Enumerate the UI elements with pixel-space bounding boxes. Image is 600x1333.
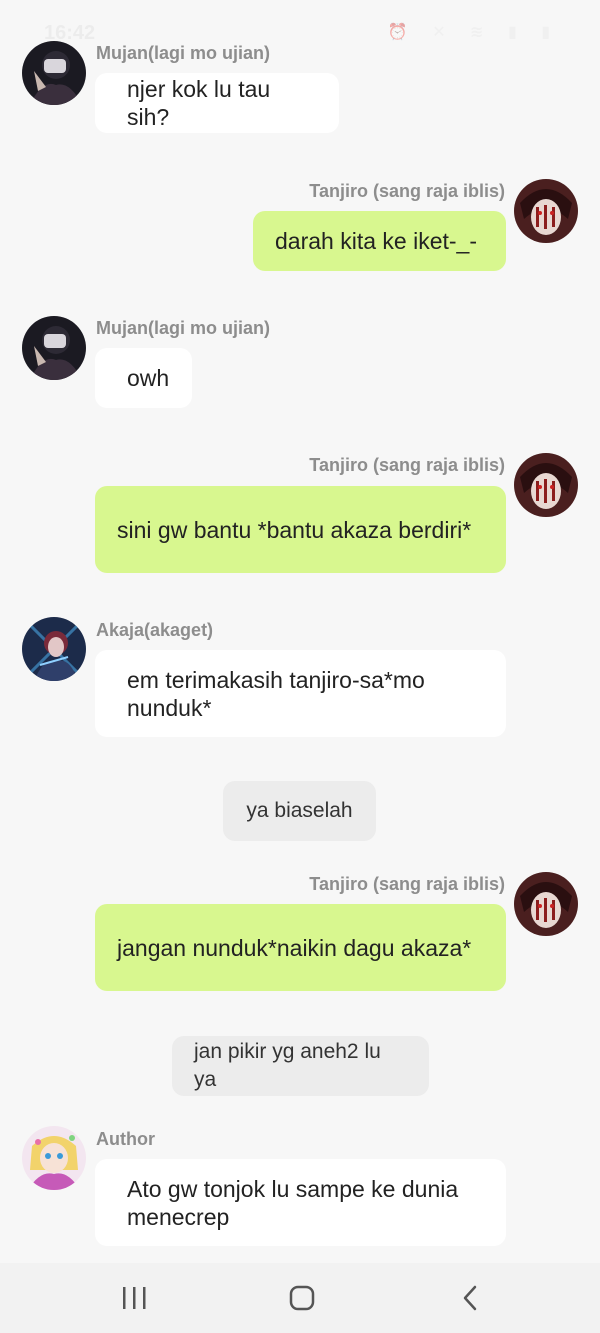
status-icons: ⏰ ✕ ≋ ▮ ▮ — [387, 24, 560, 41]
sender-name: Author — [96, 1129, 155, 1149]
message-bubble: sini gw bantu *bantu akaza berdiri* — [95, 486, 506, 573]
home-icon[interactable] — [282, 1283, 322, 1313]
avatar-mujan[interactable] — [22, 41, 86, 105]
recents-icon[interactable] — [114, 1283, 154, 1313]
avatar-author[interactable] — [22, 1126, 86, 1190]
narration-bubble: ya biaselah — [223, 781, 376, 841]
back-icon[interactable] — [450, 1283, 490, 1313]
navigation-bar — [0, 1263, 600, 1333]
sender-name: Akaja(akaget) — [96, 620, 214, 640]
sender-name: Mujan(lagi mo ujian) — [96, 43, 270, 63]
avatar-akaja[interactable] — [22, 617, 86, 681]
message-bubble: jangan nunduk*naikin dagu akaza* — [95, 904, 506, 991]
message-bubble: owh — [95, 348, 192, 408]
message-bubble: Ato gw tonjok lu sampe ke dunia menecrep — [95, 1159, 506, 1246]
avatar-mujan[interactable] — [22, 316, 86, 380]
avatar-tanjiro[interactable] — [514, 179, 578, 243]
message-bubble: em terimakasih tanjiro-sa*mo nunduk* — [95, 650, 506, 737]
avatar-tanjiro[interactable] — [514, 453, 578, 517]
sender-name: Tanjiro (sang raja iblis) — [309, 874, 505, 894]
sender-name: Mujan(lagi mo ujian) — [96, 318, 270, 338]
narration-bubble: jan pikir yg aneh2 lu ya — [172, 1036, 429, 1096]
avatar-tanjiro[interactable] — [514, 872, 578, 936]
message-bubble: darah kita ke iket-_- — [253, 211, 506, 271]
status-bar: 16:42 ⏰ ✕ ≋ ▮ ▮ — [0, 0, 600, 64]
sender-name: Tanjiro (sang raja iblis) — [309, 181, 505, 201]
sender-name: Tanjiro (sang raja iblis) — [309, 455, 505, 475]
message-bubble: njer kok lu tau sih? — [95, 73, 339, 133]
